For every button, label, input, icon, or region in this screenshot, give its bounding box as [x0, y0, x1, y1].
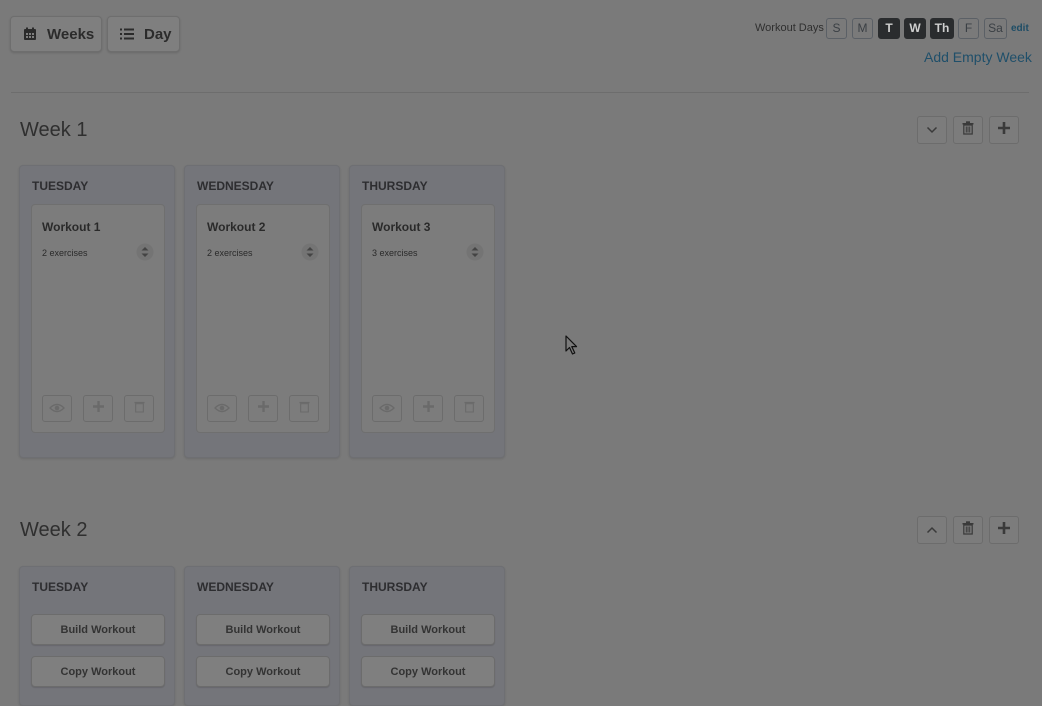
week-1-delete-button[interactable]: [953, 116, 983, 144]
workout-card[interactable]: Workout 2 2 exercises: [196, 204, 330, 433]
build-workout-button[interactable]: Build Workout: [361, 614, 495, 645]
add-exercise-button[interactable]: [413, 395, 443, 422]
week-1-title: Week 1: [20, 119, 88, 141]
add-exercise-button[interactable]: [248, 395, 278, 422]
exercise-count: 2 exercises: [42, 248, 88, 258]
workout-card[interactable]: Workout 3 3 exercises: [361, 204, 495, 433]
week-2-add-button[interactable]: [989, 516, 1019, 544]
workout-card[interactable]: Workout 1 2 exercises: [31, 204, 165, 433]
week-1-day-wednesday: WEDNESDAY Workout 2 2 exercises: [184, 165, 340, 458]
view-workout-button[interactable]: [372, 395, 402, 422]
day-name: THURSDAY: [362, 580, 428, 594]
day-toggle-sunday[interactable]: S: [826, 18, 847, 39]
delete-workout-button[interactable]: [124, 395, 154, 422]
view-workout-button[interactable]: [207, 395, 237, 422]
week-2-day-tuesday: TUESDAY Build Workout Copy Workout: [19, 566, 175, 706]
week-2-day-wednesday: WEDNESDAY Build Workout Copy Workout: [184, 566, 340, 706]
plus-icon: [92, 400, 105, 418]
day-toggle-thursday[interactable]: Th: [930, 18, 954, 39]
day-toggle-monday[interactable]: M: [852, 18, 873, 39]
day-view-button[interactable]: Day: [107, 16, 180, 52]
workout-title: Workout 1: [42, 220, 101, 234]
chevron-down-icon: [926, 121, 938, 139]
eye-icon: [214, 400, 230, 418]
eye-icon: [49, 400, 65, 418]
exercise-count: 2 exercises: [207, 248, 253, 258]
day-name: WEDNESDAY: [197, 179, 274, 193]
exercise-count: 3 exercises: [372, 248, 418, 258]
day-toggle-tuesday[interactable]: T: [878, 18, 900, 39]
trash-icon: [298, 400, 310, 418]
plus-icon: [422, 400, 435, 418]
copy-workout-button[interactable]: Copy Workout: [196, 656, 330, 687]
week-1-day-thursday: THURSDAY Workout 3 3 exercises: [349, 165, 505, 458]
eye-icon: [379, 400, 395, 418]
sort-handle-icon[interactable]: [136, 243, 154, 261]
day-view-label: Day: [144, 25, 172, 43]
plus-icon: [257, 400, 270, 418]
copy-workout-button[interactable]: Copy Workout: [31, 656, 165, 687]
week-1-add-button[interactable]: [989, 116, 1019, 144]
header-divider: [11, 92, 1029, 93]
trash-icon: [133, 400, 145, 418]
weeks-view-button[interactable]: Weeks: [10, 16, 102, 52]
workout-days-label: Workout Days: [755, 22, 824, 34]
delete-workout-button[interactable]: [289, 395, 319, 422]
week-2-delete-button[interactable]: [953, 516, 983, 544]
week-2-collapse-button[interactable]: [917, 516, 947, 544]
week-2-title: Week 2: [20, 519, 88, 541]
add-exercise-button[interactable]: [83, 395, 113, 422]
day-toggle-friday[interactable]: F: [958, 18, 979, 39]
chevron-up-icon: [926, 521, 938, 539]
sort-handle-icon[interactable]: [466, 243, 484, 261]
day-toggle-saturday[interactable]: Sa: [984, 18, 1007, 39]
trash-icon: [962, 120, 974, 140]
build-workout-button[interactable]: Build Workout: [31, 614, 165, 645]
mouse-cursor-icon: [565, 335, 579, 361]
week-1-day-tuesday: TUESDAY Workout 1 2 exercises: [19, 165, 175, 458]
add-empty-week-link[interactable]: Add Empty Week: [924, 49, 1032, 65]
day-name: THURSDAY: [362, 179, 428, 193]
trash-icon: [962, 520, 974, 540]
edit-workout-days-link[interactable]: edit: [1011, 23, 1029, 34]
plus-icon: [997, 521, 1011, 540]
calendar-icon: [23, 27, 37, 41]
build-workout-button[interactable]: Build Workout: [196, 614, 330, 645]
trash-icon: [463, 400, 475, 418]
day-toggle-wednesday[interactable]: W: [904, 18, 926, 39]
week-1-collapse-button[interactable]: [917, 116, 947, 144]
view-workout-button[interactable]: [42, 395, 72, 422]
week-2-day-thursday: THURSDAY Build Workout Copy Workout: [349, 566, 505, 706]
workout-title: Workout 3: [372, 220, 431, 234]
workout-title: Workout 2: [207, 220, 266, 234]
day-name: WEDNESDAY: [197, 580, 274, 594]
sort-handle-icon[interactable]: [301, 243, 319, 261]
plus-icon: [997, 121, 1011, 140]
delete-workout-button[interactable]: [454, 395, 484, 422]
day-name: TUESDAY: [32, 580, 89, 594]
list-icon: [120, 28, 134, 40]
copy-workout-button[interactable]: Copy Workout: [361, 656, 495, 687]
weeks-view-label: Weeks: [47, 25, 95, 43]
day-name: TUESDAY: [32, 179, 89, 193]
